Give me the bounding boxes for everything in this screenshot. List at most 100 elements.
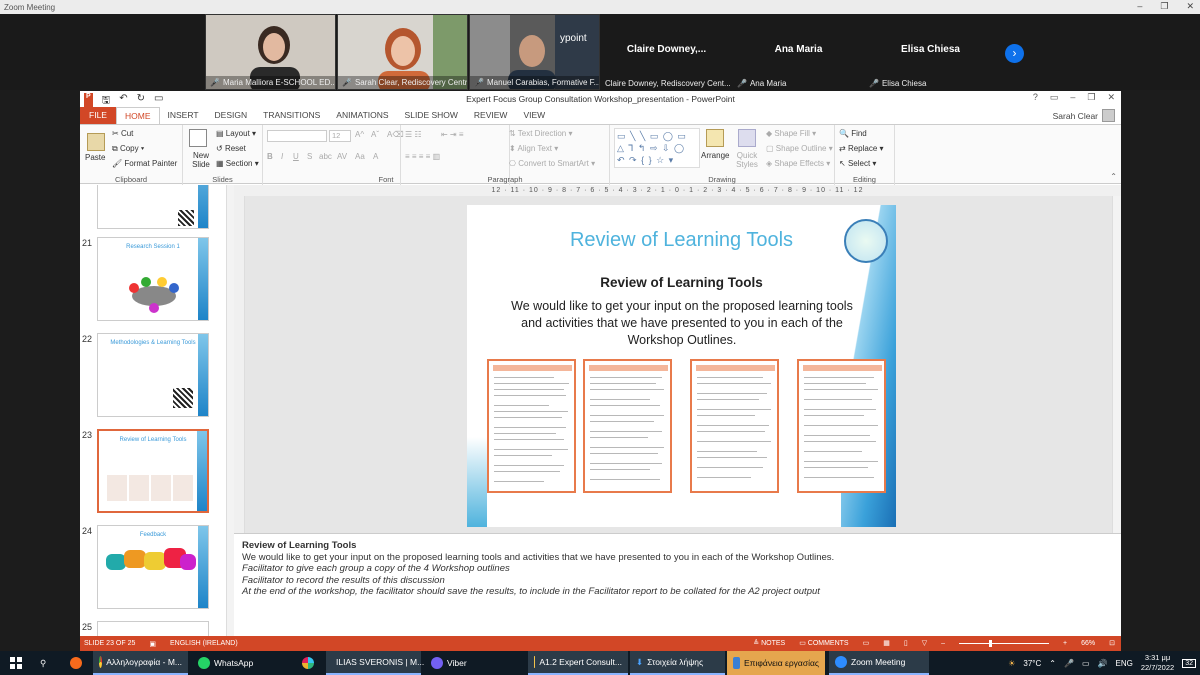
section-button[interactable]: ▦ Section ▾ (216, 159, 259, 168)
slack-button[interactable] (296, 651, 320, 675)
clock[interactable]: 3:31 μμ 22/7/2022 (1141, 653, 1174, 673)
tab-insert[interactable]: INSERT (160, 107, 207, 124)
slide-body[interactable]: We would like to get your input on the p… (507, 298, 857, 349)
slideshow-icon[interactable]: ▽ (922, 639, 927, 647)
shapes-gallery[interactable]: ▭ ╲ ╲ ▭ ◯ ▭ △ ⅂ ↰ ⇨ ⇩ ◯ ↶ ↷ { } ☆ ▾ (614, 128, 700, 168)
normal-view-icon[interactable]: ▭ (863, 639, 870, 647)
slide-title[interactable]: Review of Learning Tools (467, 229, 896, 252)
find-button[interactable]: 🔍 Find (839, 129, 867, 138)
strikethrough-icon[interactable]: abc (319, 152, 332, 161)
layout-button[interactable]: ▤ Layout ▾ (216, 129, 256, 138)
firefox-button[interactable] (64, 651, 88, 675)
shape-effects-button[interactable]: ◈ Shape Effects ▾ (766, 159, 830, 168)
bold-icon[interactable]: B (267, 152, 273, 161)
underline-icon[interactable]: U (293, 152, 299, 161)
slide-sorter-icon[interactable]: ▦ (883, 639, 890, 647)
spacing-icon[interactable]: AV (337, 152, 347, 161)
slide-thumbnail-23[interactable]: Review of Learning Tools (97, 429, 209, 513)
align-icons[interactable]: ≡ ≡ ≡ ≡ ▥ (405, 152, 440, 161)
copy-button[interactable]: ⧉ Copy ▾ (112, 144, 144, 154)
tab-file[interactable]: FILE (80, 107, 116, 124)
tab-home[interactable]: HOME (116, 107, 160, 124)
taskbar-zoom[interactable]: Zoom Meeting (829, 651, 929, 675)
close-button[interactable]: ✕ (1186, 1, 1194, 12)
speaker-notes[interactable]: Review of Learning Tools We would like t… (234, 533, 1121, 636)
align-text-button[interactable]: ⬍ Align Text ▾ (509, 144, 558, 153)
participant-video-3[interactable]: ypoint 🎤 Manuel Carabias, Formative F... (469, 14, 600, 90)
temperature[interactable]: 37°C (1023, 659, 1041, 668)
mic-icon[interactable]: 🎤 (1064, 659, 1074, 668)
taskbar-viber[interactable]: Viber (425, 651, 515, 675)
slide-thumbnail-25[interactable] (97, 621, 209, 636)
reading-view-icon[interactable]: ▯ (904, 639, 908, 647)
taskbar-mail[interactable]: Αλληλογραφία - M... (93, 651, 188, 675)
participant-video-2[interactable]: 🎤 Sarah Clear, Rediscovery Centre (337, 14, 468, 90)
ribbon-display-icon[interactable]: ▭ (1050, 92, 1059, 103)
spellcheck-icon[interactable]: ▣ (149, 640, 156, 648)
weather-icon[interactable]: ☀ (1008, 659, 1015, 668)
taskbar-downloads[interactable]: ⬇ Στοιχεία λήψης (630, 651, 725, 675)
reset-button[interactable]: ↺ Reset (216, 144, 246, 153)
current-slide[interactable]: Review of Learning Tools Review of Learn… (467, 205, 896, 527)
participant-tile-2[interactable]: Ana Maria 🎤 Ana Maria (733, 14, 864, 90)
font-name-field[interactable] (267, 130, 327, 142)
font-color-icon[interactable]: A (373, 152, 378, 161)
participant-video-1[interactable]: 🎤 Maria Malliora E-SCHOOL ED... (205, 14, 336, 90)
font-size-field[interactable]: 12 (329, 130, 351, 142)
bullets-icon[interactable]: ☰ ☷ (405, 130, 422, 139)
shape-outline-button[interactable]: ▢ Shape Outline ▾ (766, 144, 833, 153)
language-indicator[interactable]: ENGLISH (IRELAND) (170, 640, 238, 647)
format-painter-button[interactable]: 🖌 Format Painter (112, 159, 177, 168)
workshop-outline-doc-3[interactable] (690, 359, 779, 493)
search-button[interactable]: ⚲ (34, 651, 52, 675)
collapse-ribbon-icon[interactable]: ⌃ (1110, 172, 1117, 181)
notes-toggle[interactable]: ≜ NOTES (753, 639, 785, 647)
network-icon[interactable]: ▭ (1082, 659, 1090, 668)
zoom-out-icon[interactable]: – (941, 640, 945, 647)
workshop-outline-doc-2[interactable] (583, 359, 672, 493)
next-participants-button[interactable]: › (1005, 44, 1024, 63)
restore-button[interactable]: ❐ (1087, 92, 1095, 103)
workshop-outline-doc-1[interactable] (487, 359, 576, 493)
zoom-level[interactable]: 66% (1081, 640, 1095, 647)
start-button[interactable] (4, 651, 28, 675)
workshop-outline-doc-4[interactable] (797, 359, 886, 493)
thumbnails-scrollbar[interactable] (226, 185, 234, 636)
fit-slide-icon[interactable]: ⊡ (1109, 639, 1115, 647)
new-slide-button[interactable]: New Slide (187, 151, 215, 169)
tab-slide-show[interactable]: SLIDE SHOW (397, 107, 466, 124)
tab-animations[interactable]: ANIMATIONS (328, 107, 396, 124)
indent-icon[interactable]: ⇤ ⇥ ≡ (441, 130, 464, 139)
convert-smartart-button[interactable]: ⎔ Convert to SmartArt ▾ (509, 159, 595, 168)
help-icon[interactable]: ? (1033, 92, 1038, 103)
language-indicator[interactable]: ENG (1115, 659, 1132, 668)
taskbar-teams[interactable]: ILIAS SVERONIS | M... (326, 651, 424, 675)
chevron-up-icon[interactable]: ⌃ (1049, 659, 1056, 668)
zoom-slider-knob[interactable] (989, 639, 993, 647)
slide-thumbnail-20[interactable] (97, 185, 209, 229)
zoom-in-icon[interactable]: + (1063, 640, 1067, 647)
participant-tile-3[interactable]: Elisa Chiesa 🎤 Elisa Chiesa (865, 14, 996, 90)
taskbar-whatsapp[interactable]: WhatsApp (192, 651, 282, 675)
slide-thumbnail-24[interactable]: Feedback (97, 525, 209, 609)
shape-fill-button[interactable]: ◆ Shape Fill ▾ (766, 129, 816, 138)
slide-thumbnail-21[interactable]: Research Session 1 (97, 237, 209, 321)
paste-button[interactable]: Paste (85, 153, 105, 162)
replace-button[interactable]: ⇄ Replace ▾ (839, 144, 884, 153)
participant-tile-1[interactable]: Claire Downey,... Claire Downey, Redisco… (601, 14, 732, 90)
zoom-slider[interactable] (959, 639, 1050, 647)
comments-toggle[interactable]: ▭ COMMENTS (799, 639, 848, 647)
maximize-button[interactable]: ❐ (1160, 1, 1168, 12)
taskbar-desktop[interactable]: Επιφάνεια εργασίας (727, 651, 825, 675)
minimize-button[interactable]: – (1137, 1, 1142, 12)
shrink-font-icon[interactable]: Aˇ (371, 130, 379, 139)
tab-view[interactable]: VIEW (515, 107, 553, 124)
text-direction-button[interactable]: ⇅ Text Direction ▾ (509, 129, 573, 138)
grow-font-icon[interactable]: A^ (355, 130, 364, 139)
notifications-icon[interactable]: 32 (1182, 658, 1196, 668)
tab-design[interactable]: DESIGN (207, 107, 256, 124)
arrange-button[interactable]: Arrange (701, 151, 729, 160)
shadow-icon[interactable]: S (307, 152, 312, 161)
tab-review[interactable]: REVIEW (466, 107, 516, 124)
volume-icon[interactable]: 🔊 (1098, 659, 1108, 668)
